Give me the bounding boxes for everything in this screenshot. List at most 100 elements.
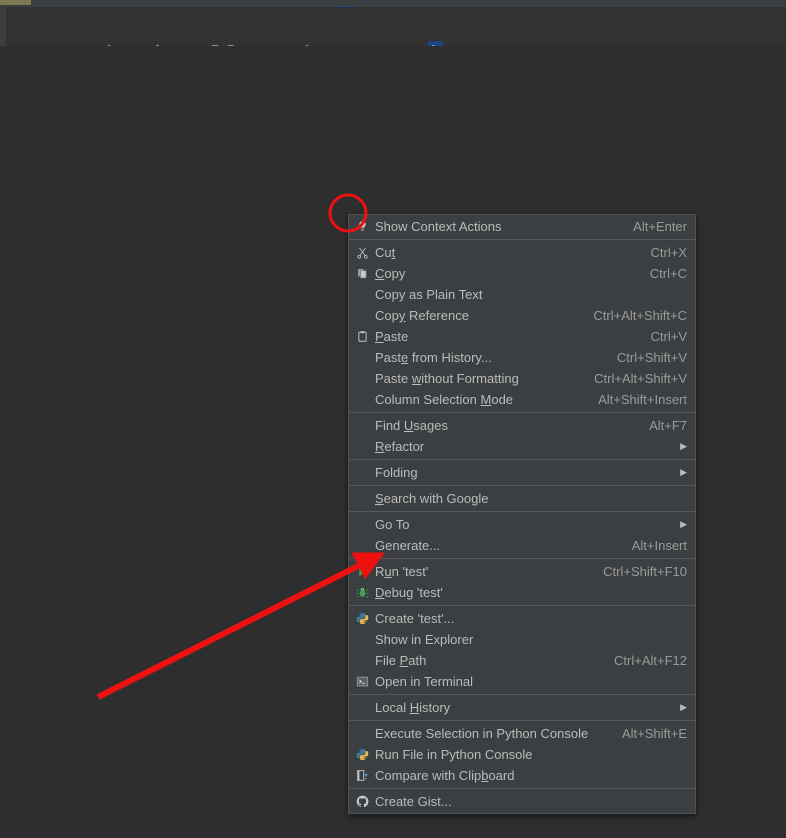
menu-separator [349,485,695,486]
menu-item-icon-placeholder [349,723,375,744]
menu-group: Show Context Actions Alt+Enter [349,216,695,237]
menu-item-create-test[interactable]: Create 'test'... [349,608,695,629]
menu-item-label: Debug 'test' [375,585,443,600]
run-icon [349,561,375,582]
menu-item-label: Create 'test'... [375,611,455,626]
menu-item-label: Show Context Actions [375,219,502,234]
python-icon [349,608,375,629]
menu-group: Find Usages Alt+F7 Refactor ▶ [349,415,695,457]
terminal-icon [349,671,375,692]
compare-clipboard-icon [349,765,375,786]
menu-item-shortcut: Ctrl+Alt+F12 [614,653,687,668]
menu-item-label: Find Usages [375,418,448,433]
menu-group: Local History ▶ [349,697,695,718]
menu-item-copy-as-plain-text[interactable]: Copy as Plain Text [349,284,695,305]
menu-item-icon-placeholder [349,368,375,389]
menu-item-execute-selection-in-python-console[interactable]: Execute Selection in Python Console Alt+S… [349,723,695,744]
menu-item-label: Cut [375,245,396,260]
menu-item-shortcut: Ctrl+V [650,329,687,344]
menu-item-run-test[interactable]: Run 'test' Ctrl+Shift+F10 [349,561,695,582]
menu-item-folding[interactable]: Folding ▶ [349,462,695,483]
menu-item-label: Refactor [375,439,425,454]
menu-group: Create Gist... [349,791,695,812]
menu-item-search-with-google[interactable]: Search with Google [349,488,695,509]
menu-separator [349,605,695,606]
menu-separator [349,511,695,512]
menu-item-copy[interactable]: Copy Ctrl+C [349,263,695,284]
menu-separator [349,720,695,721]
menu-item-icon-placeholder [349,436,375,457]
menu-item-shortcut: Alt+Shift+E [621,726,687,741]
scissors-icon [349,242,375,263]
menu-item-label: Folding [375,465,418,480]
menu-item-shortcut: Ctrl+C [649,266,687,281]
menu-item-local-history[interactable]: Local History ▶ [349,697,695,718]
menu-item-icon-placeholder [349,347,375,368]
menu-item-go-to[interactable]: Go To ▶ [349,514,695,535]
menu-item-paste[interactable]: Paste Ctrl+V [349,326,695,347]
menu-item-icon-placeholder [349,697,375,718]
menu-item-generate[interactable]: Generate... Alt+Insert [349,535,695,556]
submenu-chevron-right-icon: ▶ [680,441,687,451]
menu-item-icon-placeholder [349,650,375,671]
menu-item-shortcut: Alt+F7 [649,418,687,433]
menu-item-paste-from-history[interactable]: Paste from History... Ctrl+Shift+V [349,347,695,368]
menu-item-icon-placeholder [349,629,375,650]
menu-item-icon-placeholder [349,284,375,305]
menu-item-shortcut: Ctrl+Shift+F10 [603,564,687,579]
menu-item-shortcut: Ctrl+Alt+Shift+C [593,308,687,323]
menu-separator [349,558,695,559]
menu-item-cut[interactable]: Cut Ctrl+X [349,242,695,263]
paste-icon [349,326,375,347]
menu-item-icon-placeholder [349,415,375,436]
lightbulb-icon [349,216,375,237]
menu-item-debug-test[interactable]: Debug 'test' [349,582,695,603]
menu-item-label: Execute Selection in Python Console [375,726,589,741]
menu-item-label: Compare with Clipboard [375,768,515,783]
submenu-chevron-right-icon: ▶ [680,467,687,477]
menu-item-label: Paste from History... [375,350,492,365]
menu-separator [349,239,695,240]
menu-item-label: Copy [375,266,406,281]
menu-item-compare-with-clipboard[interactable]: Compare with Clipboard [349,765,695,786]
menu-item-label: Paste without Formatting [375,371,519,386]
menu-item-label: Show in Explorer [375,632,474,647]
submenu-chevron-right-icon: ▶ [680,519,687,529]
menu-group: Search with Google [349,488,695,509]
menu-item-shortcut: Alt+Enter [633,219,687,234]
menu-item-copy-reference[interactable]: Copy Reference Ctrl+Alt+Shift+C [349,305,695,326]
menu-group: Execute Selection in Python Console Alt+S… [349,723,695,786]
menu-separator [349,788,695,789]
debug-icon [349,582,375,603]
menu-item-label: Copy as Plain Text [375,287,483,302]
menu-item-icon-placeholder [349,488,375,509]
active-tab-indicator[interactable] [0,0,31,5]
menu-item-icon-placeholder [349,514,375,535]
menu-item-paste-without-formatting[interactable]: Paste without Formatting Ctrl+Alt+Shift+V [349,368,695,389]
context-menu[interactable]: Show Context Actions Alt+Enter Cut Ctrl+X Co… [348,214,696,814]
menu-group: Create 'test'... Show in Explorer File Pat… [349,608,695,692]
menu-item-create-gist[interactable]: Create Gist... [349,791,695,812]
github-icon [349,791,375,812]
menu-item-open-in-terminal[interactable]: Open in Terminal [349,671,695,692]
menu-item-shortcut: Alt+Shift+Insert [598,392,687,407]
menu-item-refactor[interactable]: Refactor ▶ [349,436,695,457]
menu-item-column-selection-mode[interactable]: Column Selection Mode Alt+Shift+Insert [349,389,695,410]
menu-item-shortcut: Ctrl+Shift+V [616,350,687,365]
menu-item-show-context-actions[interactable]: Show Context Actions Alt+Enter [349,216,695,237]
menu-item-label: Run File in Python Console [375,747,533,762]
menu-item-icon-placeholder [349,535,375,556]
menu-item-icon-placeholder [349,305,375,326]
menu-group: Go To ▶ Generate... Alt+Insert [349,514,695,556]
menu-item-show-in-explorer[interactable]: Show in Explorer [349,629,695,650]
menu-item-run-file-in-python-console[interactable]: Run File in Python Console [349,744,695,765]
submenu-chevron-right-icon: ▶ [680,702,687,712]
editor-current-line: print("Hello Pyhton ! ") [0,7,786,70]
menu-item-label: Copy Reference [375,308,469,323]
editor-top-chrome [0,0,786,7]
copy-icon [349,263,375,284]
menu-group: Cut Ctrl+X Copy Ctrl+C Copy as Plain Text Cop… [349,242,695,410]
menu-item-file-path[interactable]: File Path Ctrl+Alt+F12 [349,650,695,671]
menu-item-icon-placeholder [349,462,375,483]
menu-item-find-usages[interactable]: Find Usages Alt+F7 [349,415,695,436]
